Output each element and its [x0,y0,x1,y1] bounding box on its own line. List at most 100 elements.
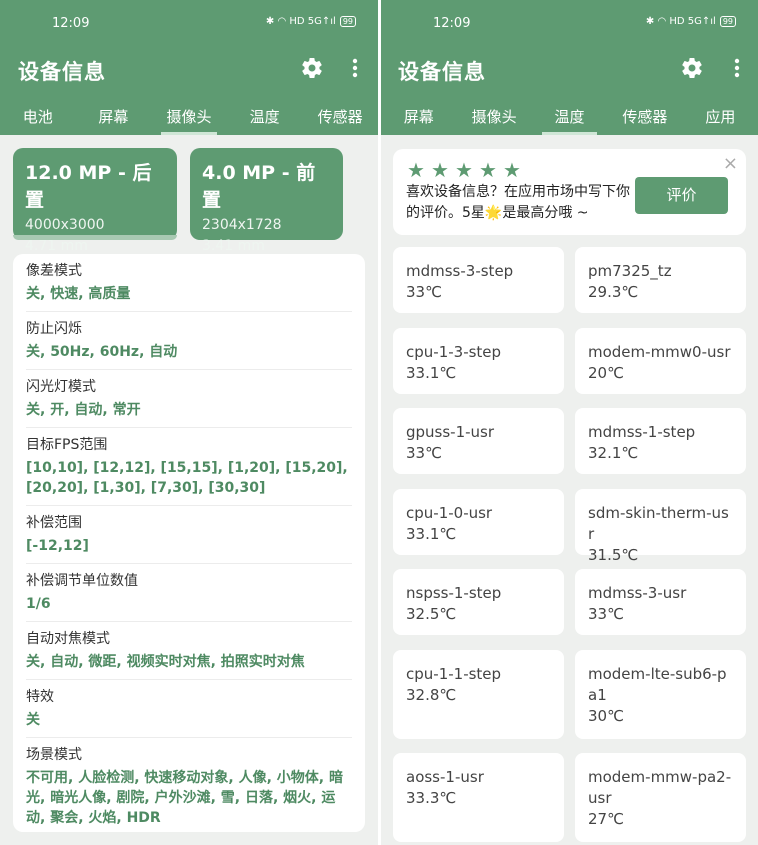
sensor-temperature: 32.8℃ [406,686,457,704]
sensor-name: gpuss-1-usr [406,423,495,441]
sensor-temperature: 33.1℃ [406,525,457,543]
temperature-sensor-card: modem-mmw-pa2-usr 27℃ [575,753,746,842]
app-bar: 12:09 ✱ ◠ HD 5G↑ıl 99 设备信息 电池 屏幕 摄像头 温度 … [0,0,378,135]
property-label: 特效 [26,689,54,705]
sensor-temperature: 20℃ [588,364,624,382]
rating-stars[interactable]: ★ ★ ★ ★ ★ [407,160,521,180]
tab-bar: 电池 屏幕 摄像头 温度 传感器 [0,98,378,135]
signal-icons: ✱ ◠ HD 5G↑ıl [645,16,716,27]
temperature-sensor-card: sdm-skin-therm-usr 31.5℃ [575,489,746,564]
temperature-sensor-card: mdmss-1-step 32.1℃ [575,408,746,474]
app-bar: 12:09 ✱ ◠ HD 5G↑ıl 99 设备信息 屏幕 摄像头 温度 传感器… [381,0,758,135]
star-icon[interactable]: ★ [455,160,473,180]
selected-indicator [13,235,177,240]
camera-resolution: 4000x3000 [25,217,105,233]
property-label: 目标FPS范围 [26,437,108,453]
gear-icon[interactable] [300,56,324,80]
star-icon[interactable]: ★ [503,160,521,180]
sensor-name: cpu-1-3-step [406,343,502,361]
property-label: 像差模式 [26,263,82,279]
rear-camera-card[interactable]: 12.0 MP - 后置 4000x3000 4.71 mm [13,148,177,254]
temperature-sensor-card: mdmss-3-usr 33℃ [575,569,746,635]
temperature-sensor-card: cpu-1-0-usr 33.1℃ [393,489,564,555]
tab-sensors[interactable]: 传感器 [302,98,378,135]
list-item: 特效关 [26,680,352,738]
page-title: 设备信息 [398,60,486,84]
front-camera-card[interactable]: 4.0 MP - 前置 2304x1728 3.41 mm [190,148,343,254]
tab-bar: 屏幕 摄像头 温度 传感器 应用 [381,98,758,135]
camera-properties-list: 像差模式 关, 快速, 高质量 防止闪烁 关, 50Hz, 60Hz, 自动 闪光灯… [13,254,365,832]
gear-icon[interactable] [680,56,704,80]
temperature-sensor-card: pm7325_tz 29.3℃ [575,247,746,313]
temperature-sensor-card: nspss-1-step 32.5℃ [393,569,564,635]
property-value: [10,10], [12,12], [15,15], [1,20], [15,2… [26,460,348,496]
tab-sensors[interactable]: 传感器 [607,98,682,135]
property-value: 关 [26,712,40,728]
sensor-temperature: 27℃ [588,810,624,828]
list-item: 场景模式不可用, 人脸检测, 快速移动对象, 人像, 小物体, 暗光, 暗光人像… [26,738,352,832]
star-icon[interactable]: ★ [407,160,425,180]
temperature-sensor-card: modem-lte-sub6-pa1 30℃ [575,650,746,739]
rate-button[interactable]: 评价 [635,177,728,214]
device-info-temperature-screen: 12:09 ✱ ◠ HD 5G↑ıl 99 设备信息 屏幕 摄像头 温度 传感器… [381,0,758,845]
status-icons: ✱ ◠ HD 5G↑ıl 99 [266,16,356,27]
sensor-name: modem-mmw0-usr [588,343,731,361]
sensor-name: mdmss-1-step [588,423,696,441]
temperature-sensor-card: aoss-1-usr 33.3℃ [393,753,564,842]
property-label: 自动对焦模式 [26,631,110,647]
tab-screen[interactable]: 屏幕 [381,98,456,135]
camera-title: 12.0 MP - 后置 [25,162,152,211]
status-bar: 12:09 ✱ ◠ HD 5G↑ıl 99 [0,16,378,32]
star-icon[interactable]: ★ [431,160,449,180]
list-item: 自动对焦模式关, 自动, 微距, 视频实时对焦, 拍照实时对焦 [26,622,352,680]
tab-camera[interactable]: 摄像头 [151,98,227,135]
battery-icon: 99 [719,16,736,27]
sensor-name: modem-mmw-pa2-usr [588,768,732,807]
camera-resolution: 2304x1728 [202,217,282,233]
sensor-temperature: 33℃ [406,444,442,462]
sensor-name: aoss-1-usr [406,768,484,786]
more-options-icon[interactable] [734,58,740,78]
close-icon[interactable]: × [723,153,738,174]
sensor-temperature: 32.5℃ [406,605,457,623]
property-value: 不可用, 人脸检测, 快速移动对象, 人像, 小物体, 暗光, 暗光人像, 剧院… [26,770,343,826]
tab-temperature[interactable]: 温度 [532,98,607,135]
sensor-name: cpu-1-1-step [406,665,502,683]
list-item: 补偿范围 [-12,12] [26,506,352,564]
tab-battery[interactable]: 电池 [0,98,76,135]
tab-screen[interactable]: 屏幕 [76,98,152,135]
temperature-sensor-card: modem-mmw0-usr 20℃ [575,328,746,394]
sensor-temperature: 31.5℃ [588,546,639,564]
sensor-temperature: 33℃ [406,283,442,301]
property-value: 1/6 [26,596,51,612]
tab-temperature[interactable]: 温度 [227,98,303,135]
property-value: 关, 自动, 微距, 视频实时对焦, 拍照实时对焦 [26,654,305,670]
sensor-temperature: 32.1℃ [588,444,639,462]
device-info-camera-screen: 12:09 ✱ ◠ HD 5G↑ıl 99 设备信息 电池 屏幕 摄像头 温度 … [0,0,378,845]
more-options-icon[interactable] [352,58,358,78]
tab-apps[interactable]: 应用 [683,98,758,135]
tab-camera[interactable]: 摄像头 [456,98,531,135]
property-value: 关, 50Hz, 60Hz, 自动 [26,344,178,360]
sensor-temperature: 33.3℃ [406,789,457,807]
property-label: 补偿范围 [26,515,82,531]
sensor-name: pm7325_tz [588,262,672,280]
sensor-temperature: 33.1℃ [406,364,457,382]
sensor-name: cpu-1-0-usr [406,504,493,522]
sensor-temperature: 30℃ [588,707,624,725]
property-value: 关, 快速, 高质量 [26,286,131,302]
temperature-sensor-card: cpu-1-1-step 32.8℃ [393,650,564,739]
property-value: [-12,12] [26,538,89,554]
status-icons: ✱ ◠ HD 5G↑ıl 99 [646,16,736,27]
sensor-temperature: 29.3℃ [588,283,639,301]
property-label: 场景模式 [26,747,82,763]
status-bar: 12:09 ✱ ◠ HD 5G↑ıl 99 [381,16,758,32]
star-icon[interactable]: ★ [479,160,497,180]
temperature-sensor-card: mdmss-3-step 33℃ [393,247,564,313]
property-label: 补偿调节单位数值 [26,573,138,589]
list-item: 防止闪烁关, 50Hz, 60Hz, 自动 [26,312,352,370]
sensor-name: mdmss-3-usr [588,584,687,602]
property-label: 防止闪烁 [26,321,82,337]
page-title: 设备信息 [18,60,106,84]
signal-icons: ✱ ◠ HD 5G↑ıl [265,16,336,27]
